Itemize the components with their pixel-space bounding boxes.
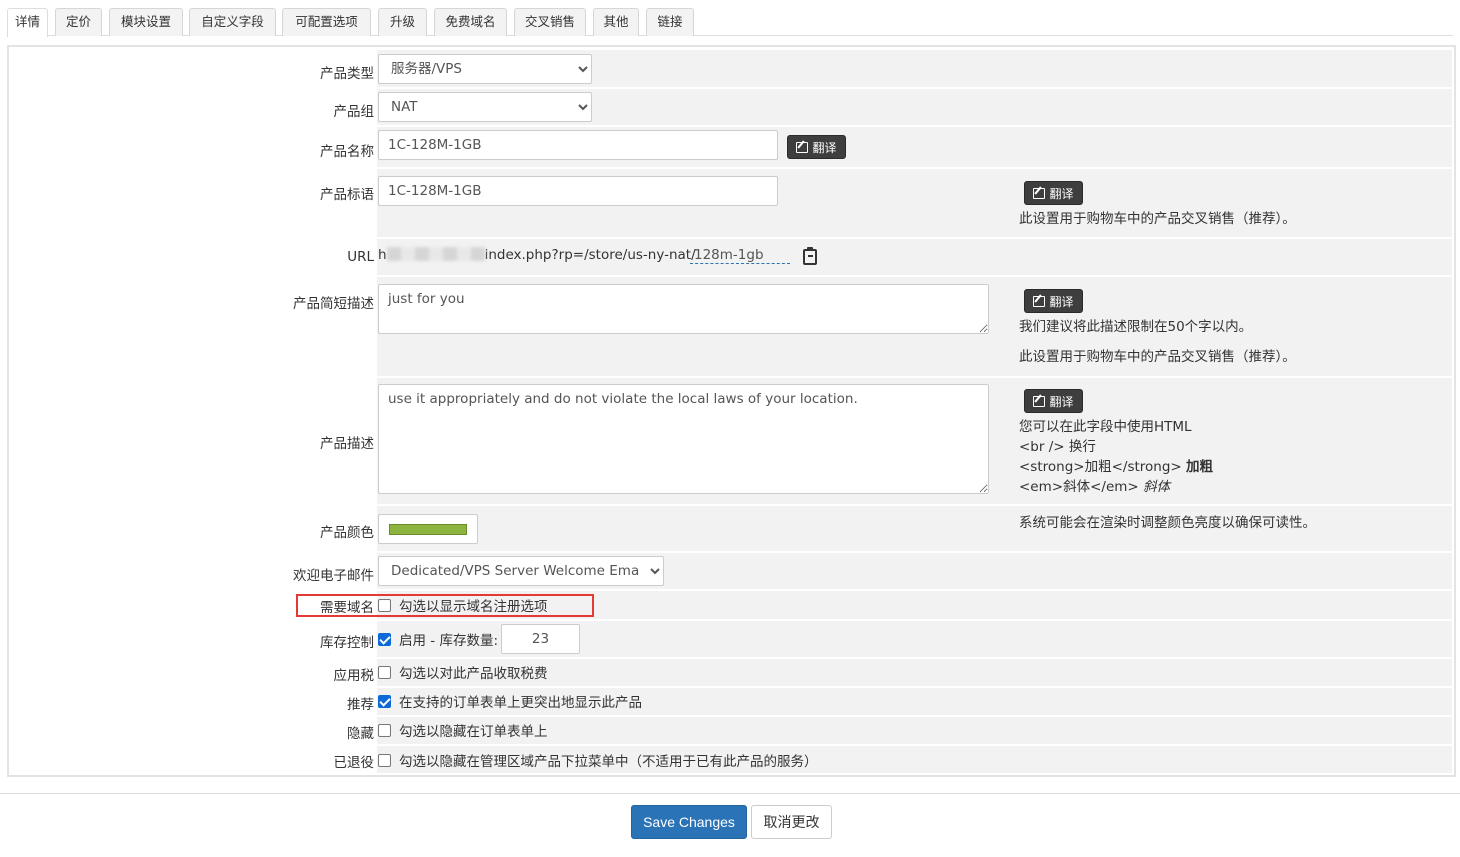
edit-icon [1033, 188, 1046, 199]
featured-checkbox[interactable] [378, 695, 391, 708]
row-product-group: 产品组 [9, 89, 1454, 125]
edit-icon [796, 142, 809, 153]
url-slug-editable[interactable]: 128m-1gb [690, 247, 790, 264]
welcome-email-label: 欢迎电子邮件 [293, 568, 374, 584]
short-description-help-1: 我们建议将此描述限制在50个字以内。 [1019, 319, 1253, 335]
color-swatch [389, 524, 467, 535]
stock-control-text: 启用 - 库存数量: [399, 633, 499, 649]
product-type-label: 产品类型 [320, 66, 374, 82]
hidden-label: 隐藏 [347, 726, 374, 742]
translate-tagline-button[interactable]: 翻译 [1024, 181, 1083, 205]
stock-control-label: 库存控制 [320, 635, 374, 651]
tab-module-settings[interactable]: 模块设置 [109, 8, 183, 36]
row-hidden: 隐藏 [9, 717, 1454, 744]
highlight-box [296, 594, 594, 617]
redacted-domain [386, 247, 485, 261]
tab-configurable-options[interactable]: 可配置选项 [282, 8, 371, 36]
row-tax: 应用税 [9, 659, 1454, 686]
row-product-type: 产品类型 [9, 50, 1454, 87]
footer-divider [0, 793, 1460, 794]
welcome-email-select[interactable]: Dedicated/VPS Server Welcome Email [378, 556, 664, 586]
tab-cross-sells[interactable]: 交叉销售 [514, 8, 586, 36]
product-group-label: 产品组 [333, 104, 375, 120]
featured-label: 推荐 [347, 697, 374, 713]
product-tagline-input[interactable] [378, 176, 778, 206]
color-help: 系统可能会在渲染时调整颜色亮度以确保可读性。 [1019, 515, 1316, 531]
tab-bar: 详情 定价 模块设置 自定义字段 可配置选项 升级 免费域名 交叉销售 其他 链… [7, 8, 1453, 37]
tab-custom-fields[interactable]: 自定义字段 [189, 8, 276, 36]
featured-text: 在支持的订单表单上更突出地显示此产品 [399, 695, 642, 711]
html-help-title: 您可以在此字段中使用HTML [1019, 419, 1192, 435]
product-type-select[interactable]: 服务器/VPS [378, 54, 592, 84]
hidden-text: 勾选以隐藏在订单表单上 [399, 724, 548, 740]
html-help-strong: <strong>加粗</strong> 加粗 [1019, 459, 1214, 475]
product-color-picker[interactable] [378, 514, 478, 544]
product-tagline-label: 产品标语 [320, 187, 374, 203]
url-label: URL [347, 249, 374, 265]
short-description-label: 产品简短描述 [293, 296, 374, 312]
product-name-label: 产品名称 [320, 144, 374, 160]
product-group-select[interactable]: NAT [378, 92, 592, 122]
description-textarea[interactable]: use it appropriately and do not violate … [378, 384, 989, 494]
row-require-domain: 需要域名 [9, 591, 1454, 619]
row-welcome-email: 欢迎电子邮件 [9, 553, 1454, 589]
html-help-em: <em>斜体</em> 斜体 [1019, 479, 1170, 495]
translate-name-button[interactable]: 翻译 [787, 135, 846, 159]
tax-checkbox[interactable] [378, 666, 391, 679]
product-color-label: 产品颜色 [320, 525, 374, 541]
translate-description-button[interactable]: 翻译 [1024, 389, 1083, 413]
tax-label: 应用税 [333, 668, 375, 684]
row-featured: 推荐 [9, 688, 1454, 715]
stock-control-checkbox[interactable] [378, 633, 391, 646]
tagline-help: 此设置用于购物车中的产品交叉销售（推荐）。 [1019, 211, 1296, 227]
product-url: h index.php?rp=/store/us-ny-nat/ [378, 247, 696, 263]
short-description-help-2: 此设置用于购物车中的产品交叉销售（推荐）。 [1019, 349, 1296, 365]
edit-icon [1033, 396, 1046, 407]
retired-label: 已退役 [333, 755, 375, 771]
save-changes-button[interactable]: Save Changes [631, 805, 747, 839]
tab-links[interactable]: 链接 [646, 8, 694, 36]
tab-free-domain[interactable]: 免费域名 [434, 8, 507, 36]
stock-quantity-input[interactable]: 23 [501, 624, 580, 654]
html-help-br: <br /> 换行 [1019, 439, 1096, 455]
hidden-checkbox[interactable] [378, 724, 391, 737]
edit-icon [1033, 296, 1046, 307]
tax-text: 勾选以对此产品收取税费 [399, 666, 548, 682]
retired-text: 勾选以隐藏在管理区域产品下拉菜单中（不适用于已有此产品的服务） [399, 754, 818, 770]
tab-pricing[interactable]: 定价 [55, 8, 102, 36]
copy-clipboard-icon[interactable] [803, 247, 817, 265]
tab-upgrades[interactable]: 升级 [378, 8, 427, 36]
description-label: 产品描述 [320, 436, 374, 452]
row-stock-control: 库存控制 [9, 621, 1454, 657]
tab-other[interactable]: 其他 [593, 8, 639, 36]
product-name-input[interactable] [378, 130, 778, 160]
cancel-changes-button[interactable]: 取消更改 [751, 805, 832, 839]
retired-checkbox[interactable] [378, 754, 391, 767]
short-description-textarea[interactable]: just for you [378, 284, 989, 334]
translate-short-description-button[interactable]: 翻译 [1024, 289, 1083, 313]
tab-details[interactable]: 详情 [7, 8, 48, 37]
